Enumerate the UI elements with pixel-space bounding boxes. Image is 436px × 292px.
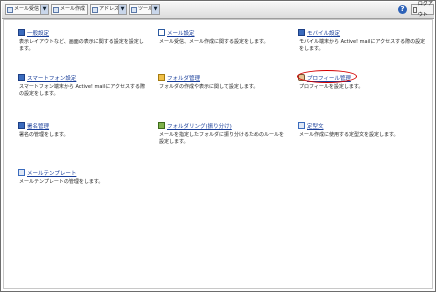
profile-management-desc: プロフィールを設定します。	[299, 84, 364, 90]
logout-icon	[413, 6, 417, 13]
chevron-down-icon[interactable]: ▼	[40, 5, 48, 14]
smartphone-icon	[18, 74, 25, 81]
chevron-down-icon[interactable]: ▼	[151, 5, 159, 14]
help-icon[interactable]: ?	[398, 5, 407, 14]
mail-compose-label: メール作成	[60, 6, 86, 12]
tools-icon	[131, 6, 137, 13]
mail-receive-label: メール受信	[14, 6, 40, 12]
mail-settings-desc: メール受信、メール作成に関する設定をします。	[159, 39, 269, 45]
mail-template-link[interactable]: メールテンプレート	[27, 169, 76, 177]
highlight-circle	[297, 70, 357, 83]
settings-item-general: 一般設定 表示レイアウトなど、画面の表示に関する設定を設定します。	[18, 28, 148, 53]
settings-item-mail: メール設定 メール受信、メール作成に関する設定をします。	[158, 28, 288, 46]
mail-settings-icon	[158, 29, 165, 36]
chevron-down-icon[interactable]: ▼	[118, 5, 126, 14]
smartphone-settings-link[interactable]: スマートフォン設定	[27, 74, 76, 82]
mail-settings-link[interactable]: メール設定	[167, 29, 195, 37]
mail-compose-button[interactable]: メール作成	[51, 4, 88, 15]
folder-icon	[158, 74, 165, 81]
settings-item-mail-template: メールテンプレート メールテンプレートの管理をします。	[18, 168, 148, 186]
general-settings-link[interactable]: 一般設定	[27, 29, 49, 37]
settings-item-mobile: モバイル設定 モバイル端末から Active! mailにアクセスする際の設定を…	[298, 28, 428, 53]
template-text-desc: メール作成に使用する定型文を設定します。	[299, 132, 399, 138]
logout-button[interactable]: ログアウト	[411, 1, 434, 18]
settings-item-template-text: 定型文 メール作成に使用する定型文を設定します。	[298, 121, 428, 139]
folder-management-desc: フォルダの作成や表示に関して設定します。	[159, 84, 259, 90]
logout-label: ログアウト	[417, 0, 433, 18]
tools-button[interactable]: ツール ▼	[129, 4, 160, 15]
signature-management-desc: 署名の管理をします。	[19, 132, 69, 138]
signature-icon	[18, 122, 25, 129]
general-settings-desc: 表示レイアウトなど、画面の表示に関する設定を設定します。	[19, 39, 144, 52]
signature-management-link[interactable]: 署名管理	[27, 122, 49, 130]
address-book-button[interactable]: アドレス帳 ▼	[90, 4, 127, 15]
mobile-icon	[298, 29, 305, 36]
filter-icon	[158, 122, 165, 129]
folder-management-link[interactable]: フォルダ管理	[167, 74, 200, 82]
filtering-link[interactable]: フォルダリング(振り分け)	[167, 122, 232, 130]
mobile-settings-link[interactable]: モバイル設定	[307, 29, 340, 37]
toolbar: メール受信 ▼ メール作成 アドレス帳 ▼ ツール ▼ ? ログアウト	[2, 1, 434, 19]
settings-icon	[18, 29, 25, 36]
settings-item-filtering: フォルダリング(振り分け) メールを指定したフォルダに振り分けるためのルールを設…	[158, 121, 288, 146]
mail-compose-icon	[53, 6, 59, 13]
settings-item-folder: フォルダ管理 フォルダの作成や表示に関して設定します。	[158, 73, 288, 91]
mobile-settings-desc: モバイル端末から Active! mailにアクセスする際の設定をします。	[299, 39, 426, 52]
address-book-icon	[92, 6, 98, 13]
mail-receive-icon	[7, 6, 13, 13]
smartphone-settings-desc: スマートフォン端末から Active! mailにアクセスする際の設定をします。	[19, 84, 145, 97]
mail-template-icon	[18, 169, 25, 176]
settings-item-signature: 署名管理 署名の管理をします。	[18, 121, 148, 139]
template-text-link[interactable]: 定型文	[307, 122, 324, 130]
window-frame: メール受信 ▼ メール作成 アドレス帳 ▼ ツール ▼ ? ログアウト 一般設定…	[0, 0, 436, 292]
filtering-desc: メールを指定したフォルダに振り分けるためのルールを設定します。	[159, 132, 285, 145]
settings-item-smartphone: スマートフォン設定 スマートフォン端末から Active! mailにアクセスす…	[18, 73, 148, 98]
settings-panel: 一般設定 表示レイアウトなど、画面の表示に関する設定を設定します。 メール設定 …	[3, 19, 433, 289]
mail-template-desc: メールテンプレートの管理をします。	[19, 179, 104, 185]
mail-receive-button[interactable]: メール受信 ▼	[5, 4, 49, 15]
template-text-icon	[298, 122, 305, 129]
